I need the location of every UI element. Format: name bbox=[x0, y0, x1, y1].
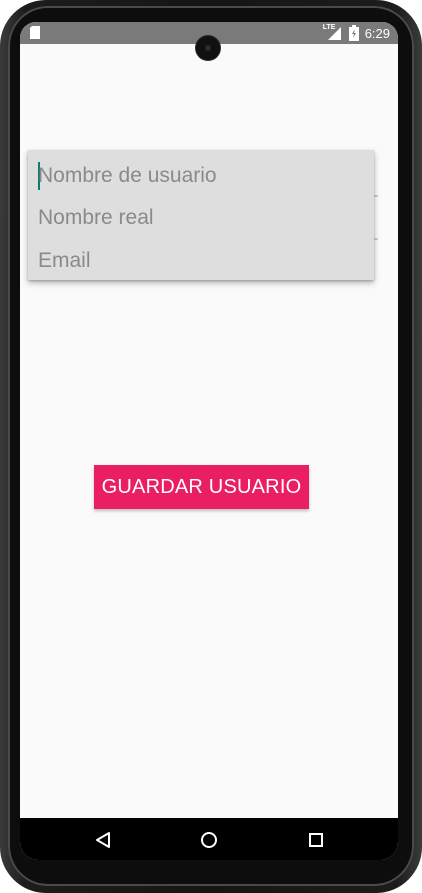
front-camera bbox=[196, 36, 220, 60]
back-icon[interactable] bbox=[89, 826, 117, 854]
email-placeholder: Email bbox=[38, 249, 91, 272]
status-icons: LTE 6:29 bbox=[323, 24, 390, 42]
email-field[interactable]: Email bbox=[38, 241, 368, 281]
username-placeholder: Nombre de usuario bbox=[38, 164, 217, 187]
recents-icon[interactable] bbox=[302, 826, 330, 854]
home-icon[interactable] bbox=[195, 826, 223, 854]
signal-icon: LTE bbox=[323, 24, 343, 41]
save-user-button[interactable]: GUARDAR USUARIO bbox=[94, 465, 309, 509]
navigation-bar bbox=[20, 818, 398, 860]
screen: LTE 6:29 Nombre de usuario Nombre real E… bbox=[20, 22, 398, 860]
volume-button bbox=[418, 288, 422, 322]
realname-placeholder: Nombre real bbox=[38, 206, 154, 229]
battery-charging-icon bbox=[348, 25, 359, 41]
power-button bbox=[418, 340, 422, 410]
user-form: Nombre de usuario Nombre real Email bbox=[28, 150, 374, 280]
device-frame: LTE 6:29 Nombre de usuario Nombre real E… bbox=[0, 0, 422, 893]
side-button-left bbox=[0, 160, 3, 220]
realname-field[interactable]: Nombre real bbox=[38, 198, 368, 238]
status-time: 6:29 bbox=[364, 25, 390, 41]
username-field[interactable]: Nombre de usuario bbox=[38, 156, 368, 196]
sd-card-icon bbox=[30, 26, 40, 39]
